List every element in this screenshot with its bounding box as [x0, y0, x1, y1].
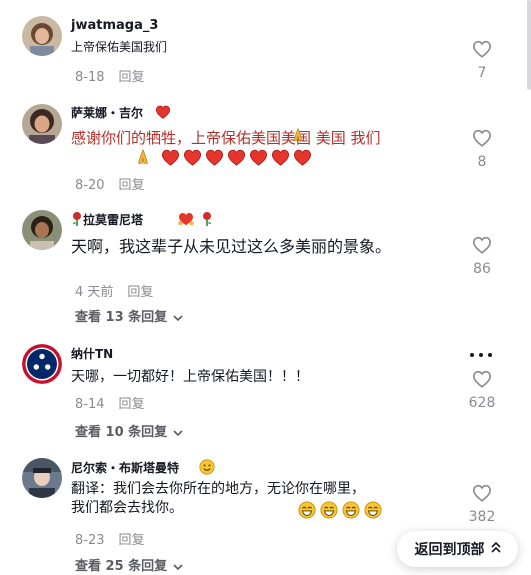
avatar[interactable] [22, 16, 62, 56]
comment-text: 感谢你们的牺牲，上帝保佑美国美国 美国 我们 [71, 129, 381, 147]
reply-button[interactable]: 回复 [119, 397, 145, 412]
like-count: 7 [477, 65, 487, 81]
comment-username[interactable]: jwatmaga_3 [71, 18, 158, 33]
scrollbar[interactable] [527, 0, 531, 90]
chevron-down-icon [173, 310, 183, 325]
comment-username[interactable]: 萨莱娜・吉尔 [71, 104, 171, 122]
grin-emoji-icon [298, 501, 316, 523]
comment-meta: 8-23 回复 [75, 529, 145, 548]
comment-username[interactable]: 拉莫雷尼塔 [71, 211, 213, 230]
red-heart-emoji-icon [183, 149, 202, 170]
comment-date: 8-20 [75, 178, 105, 193]
pray-emoji-icon [290, 127, 306, 147]
double-chevron-up-icon [490, 541, 501, 557]
comment-text: 天啊，我这辈子从未见过这么多美丽的景象。 [71, 237, 392, 256]
comment-username[interactable]: 纳什TN [71, 345, 113, 362]
comment-date: 8-23 [75, 533, 105, 548]
comment-text: 天哪，一切都好！上帝保佑美国！！！ [71, 369, 309, 385]
avatar[interactable] [22, 458, 62, 498]
red-heart-emoji-icon [161, 149, 180, 170]
red-heart-emoji-icon [293, 149, 312, 170]
reply-button[interactable]: 回复 [119, 70, 145, 85]
like-count: 628 [468, 395, 496, 411]
red-heart-emoji-icon [249, 149, 268, 170]
like-count: 8 [477, 154, 487, 170]
view-replies-button[interactable]: 查看 25 条回复 [75, 555, 183, 574]
heart-outline-icon [472, 236, 492, 254]
like-count: 382 [468, 509, 496, 525]
comment-meta: 8-14 回复 [75, 393, 145, 412]
like-button[interactable]: 628 [462, 370, 502, 411]
chevron-down-icon [173, 425, 183, 440]
more-options-icon[interactable] [470, 351, 494, 359]
rose-emoji-icon [201, 211, 213, 230]
comment-text: 上帝保佑美国我们 [71, 40, 168, 54]
red-heart-emoji-icon [205, 149, 224, 170]
reply-button[interactable]: 回复 [119, 533, 145, 548]
comment-date: 8-18 [75, 70, 105, 85]
grin-emoji-icon [342, 501, 360, 523]
like-button[interactable]: 86 [462, 236, 502, 277]
avatar[interactable] [22, 344, 62, 384]
heart-outline-icon [472, 40, 492, 58]
avatar[interactable] [22, 104, 62, 144]
emoji-row [134, 148, 315, 170]
heart-emojis [161, 149, 315, 168]
reply-button[interactable]: 回复 [119, 178, 145, 193]
red-heart-emoji-icon [227, 149, 246, 170]
comment-meta: 8-18 回复 [75, 66, 145, 85]
grin-emoji-icon [364, 501, 382, 523]
chevron-down-icon [173, 559, 183, 574]
rose-emoji-icon [71, 211, 83, 230]
like-button[interactable]: 382 [462, 484, 502, 525]
reply-button[interactable]: 回复 [127, 285, 153, 300]
heart-emoji-icon [155, 105, 171, 122]
view-replies-button[interactable]: 查看 10 条回复 [75, 421, 183, 440]
comment-meta: 8-20 回复 [75, 174, 145, 193]
comment-username[interactable]: 尼尔索・布斯塔曼特 [71, 459, 215, 478]
back-to-top-button[interactable]: 返回到顶部 [397, 531, 518, 567]
heart-outline-icon [472, 484, 492, 502]
heart-hands-emoji-icon [177, 212, 195, 229]
like-button[interactable]: 7 [462, 40, 502, 81]
comment-date: 4 天前 [75, 285, 114, 300]
comment-date: 8-14 [75, 397, 105, 412]
avatar[interactable] [22, 210, 62, 250]
like-count: 86 [473, 261, 491, 277]
grin-emojis [298, 501, 386, 523]
heart-outline-icon [472, 129, 492, 147]
view-replies-button[interactable]: 查看 13 条回复 [75, 306, 183, 325]
comment-meta: 4 天前 回复 [75, 281, 153, 300]
grin-emoji-icon [320, 501, 338, 523]
pray-emoji-icon [134, 148, 152, 170]
smile-emoji-icon [199, 459, 215, 478]
like-button[interactable]: 8 [462, 129, 502, 170]
red-heart-emoji-icon [271, 149, 290, 170]
heart-outline-icon [472, 370, 492, 388]
